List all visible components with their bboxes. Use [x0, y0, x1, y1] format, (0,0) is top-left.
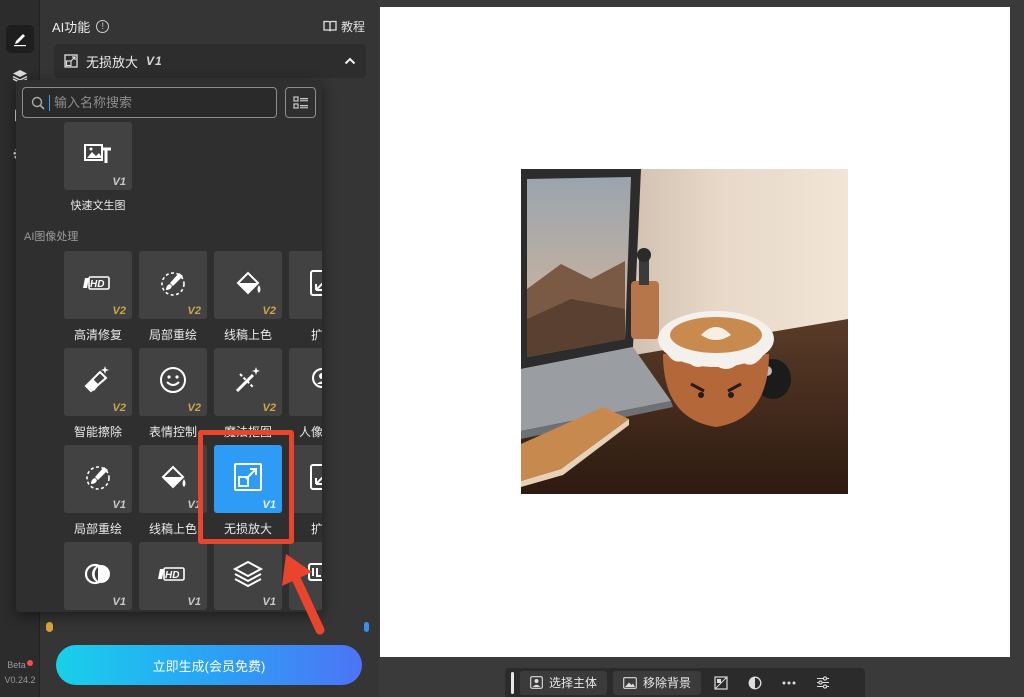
tile-label: 线稿上色: [223, 328, 272, 342]
more-icon[interactable]: [775, 671, 803, 695]
version-tag: V1: [112, 176, 126, 188]
tile-smile[interactable]: V2: [139, 348, 207, 416]
expand-icon: [310, 270, 322, 296]
remove-background-label: 移除背景: [643, 676, 692, 690]
expand-icon: [310, 464, 322, 490]
hd-icon: HD: [83, 276, 110, 290]
image-icon: [623, 676, 637, 689]
beta-label: Beta: [0, 660, 40, 670]
magic-wand-icon: [235, 367, 260, 393]
list-view-icon: [292, 95, 308, 109]
search-icon: [31, 96, 45, 110]
red-arrow-icon: [282, 554, 325, 635]
side-indicator-left: [46, 622, 53, 632]
tile-brush-circle[interactable]: V2: [139, 251, 207, 319]
search-row: [22, 87, 316, 118]
version-tag: V1: [112, 596, 126, 608]
sliders-icon[interactable]: [809, 671, 837, 695]
side-indicator-right: [364, 622, 369, 632]
info-icon[interactable]: !: [96, 19, 110, 33]
tile-label: 局部重绘: [148, 328, 197, 342]
tile-hd[interactable]: HD V1: [139, 542, 207, 610]
tutorial-link[interactable]: 教程: [323, 18, 365, 35]
tile-blend[interactable]: V1: [64, 542, 132, 610]
version-tag: V1: [187, 596, 201, 608]
book-icon: [323, 20, 337, 32]
tile-image-text[interactable]: V1: [64, 122, 132, 190]
version-tag: V2: [187, 305, 201, 317]
tool-name: 无损放大: [86, 54, 139, 70]
text-caret: [49, 94, 50, 111]
version-tag: V2: [112, 305, 126, 317]
remove-background-button[interactable]: 移除背景: [613, 670, 702, 695]
brush-circle-icon: [86, 466, 110, 490]
chevron-up-icon[interactable]: [344, 57, 356, 65]
eraser-icon: [84, 366, 109, 393]
version-tag: V2: [262, 305, 276, 317]
version-tag: V1: [112, 499, 126, 511]
search-input[interactable]: [54, 95, 264, 110]
generate-button[interactable]: 立即生成(会员免费): [56, 645, 362, 685]
version-tag: V2: [187, 402, 201, 414]
tile-label: 智能擦除: [73, 425, 122, 439]
beta-dot: [26, 660, 33, 666]
highlight-box: [198, 430, 294, 544]
portrait-icon: [312, 368, 322, 388]
tile-paint-bucket[interactable]: V2: [214, 251, 282, 319]
upscale-small-icon: [64, 54, 78, 68]
tile-paint-bucket[interactable]: V1: [139, 445, 207, 513]
person-icon: [530, 676, 543, 689]
canvas-image[interactable]: [521, 169, 848, 494]
blend-icon: [84, 563, 110, 585]
bottom-toolbar: 选择主体 移除背景: [505, 668, 865, 697]
image-text-icon: [84, 144, 111, 163]
select-subject-label: 选择主体: [549, 676, 598, 690]
tile-layers-stack[interactable]: V1: [214, 542, 282, 610]
version-tag: V2: [262, 402, 276, 414]
panel-header: AI功能 ! 教程: [52, 17, 365, 35]
tool-selector[interactable]: 无损放大 V1: [54, 44, 366, 78]
hd-icon: HD: [158, 567, 185, 581]
crop-icon[interactable]: [707, 671, 735, 695]
paint-bucket-icon: [161, 465, 186, 489]
tile-label: 高清修复: [73, 328, 122, 342]
version-tag: V2: [112, 402, 126, 414]
layers-stack-icon: [232, 560, 264, 588]
tile-expand[interactable]: V2: [289, 251, 322, 319]
tile-brush-circle[interactable]: V1: [64, 445, 132, 513]
tile-label: 快速文生图: [70, 200, 126, 212]
tool-version: V1: [146, 54, 163, 68]
brush-icon[interactable]: [6, 25, 34, 53]
tile-label: 局部重绘: [73, 522, 122, 536]
list-view-button[interactable]: [285, 87, 316, 118]
version-label: V0.24.2: [4, 675, 36, 685]
select-subject-button[interactable]: 选择主体: [520, 670, 608, 695]
panel-title: AI功能: [52, 19, 91, 35]
section-label: AI图像处理: [24, 231, 79, 243]
brush-circle-icon: [161, 272, 185, 296]
tutorial-label: 教程: [340, 19, 365, 34]
tile-magic-wand[interactable]: V2: [214, 348, 282, 416]
smile-icon: [160, 367, 186, 393]
contrast-icon[interactable]: [741, 671, 769, 695]
search-box[interactable]: [22, 87, 277, 118]
toolbar-grip[interactable]: [511, 671, 514, 694]
coffee-photo: [521, 169, 848, 494]
paint-bucket-icon: [236, 271, 261, 295]
tile-eraser[interactable]: V2: [64, 348, 132, 416]
tile-label: 扩图: [310, 328, 322, 342]
version-tag: V1: [262, 596, 276, 608]
tile-hd[interactable]: HD V2: [64, 251, 132, 319]
tile-portrait[interactable]: V2: [289, 348, 322, 416]
